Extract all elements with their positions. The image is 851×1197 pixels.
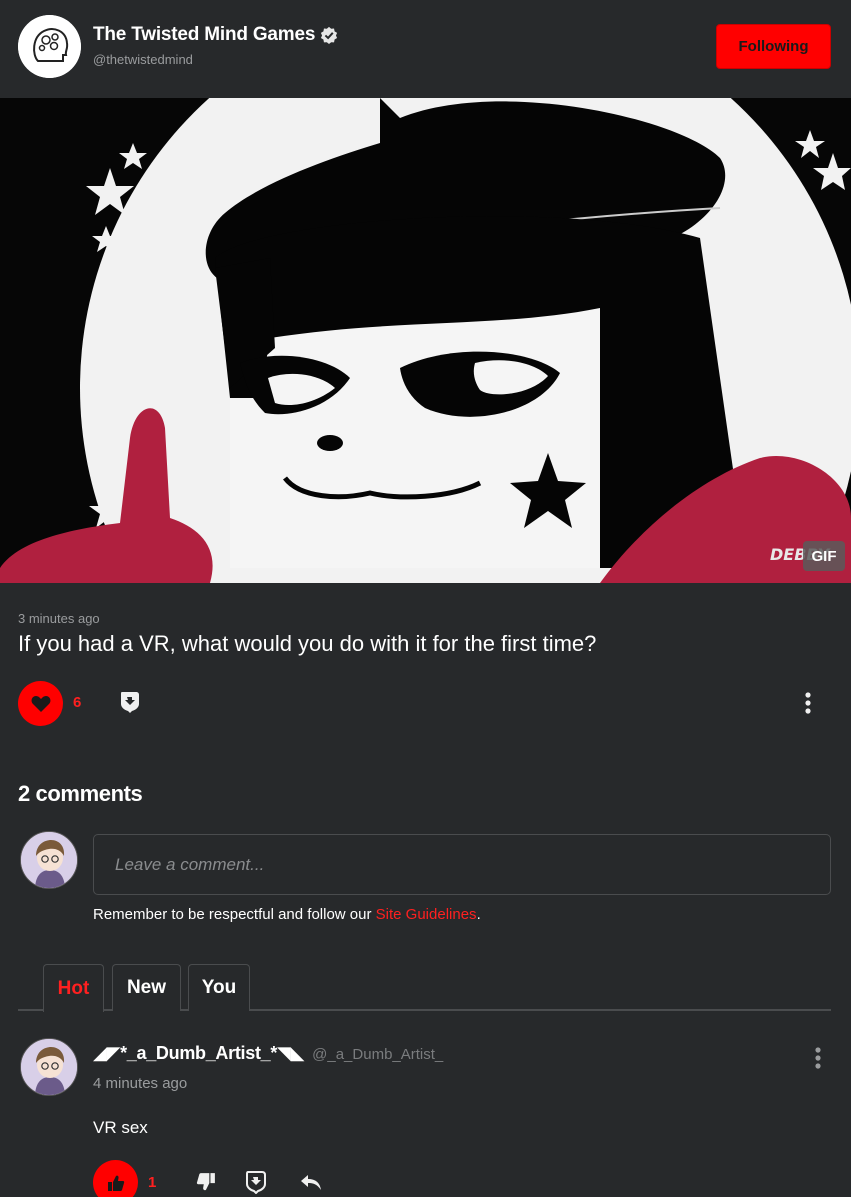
guidelines-text: Remember to be respectful and follow our: [93, 906, 376, 923]
current-user-avatar[interactable]: [20, 831, 78, 889]
verified-badge-icon: [321, 26, 338, 44]
like-count: 6: [73, 694, 82, 711]
post-timestamp: 3 minutes ago: [18, 611, 100, 626]
tab-new[interactable]: New: [112, 964, 181, 1011]
comment-author-handle[interactable]: @_a_Dumb_Artist_: [312, 1046, 443, 1063]
tab-hot[interactable]: Hot: [43, 964, 104, 1012]
channel-title-row: The Twisted Mind Games: [93, 24, 338, 46]
comment-text: VR sex: [93, 1118, 148, 1137]
comment-author-row: ◢◤*_a_Dumb_Artist_*◥◣ @_a_Dumb_Artist_: [93, 1043, 443, 1064]
following-button[interactable]: Following: [716, 24, 831, 69]
comment-like-count: 1: [148, 1174, 157, 1191]
channel-handle: @thetwistedmind: [93, 52, 193, 67]
reply-icon[interactable]: [300, 1173, 322, 1191]
comment-upvote-button[interactable]: [93, 1160, 138, 1197]
comment-share-icon[interactable]: [245, 1170, 267, 1194]
gif-badge: GIF: [803, 541, 845, 571]
comment-author-name[interactable]: ◢◤*_a_Dumb_Artist_*◥◣: [93, 1043, 304, 1064]
comment-input[interactable]: [93, 834, 831, 895]
post-media-gif[interactable]: DEBBY GIF: [0, 98, 851, 583]
guidelines-period: .: [476, 906, 481, 923]
tab-you[interactable]: You: [188, 964, 250, 1011]
like-button[interactable]: [18, 681, 63, 726]
gif-illustration: DEBBY: [0, 98, 851, 583]
channel-logo[interactable]: [18, 15, 81, 78]
comment-more-options-icon[interactable]: [810, 1045, 826, 1071]
post-title: If you had a VR, what would you do with …: [18, 631, 597, 656]
thumbs-up-icon: [107, 1175, 124, 1191]
site-guidelines-link[interactable]: Site Guidelines: [376, 906, 477, 923]
channel-title[interactable]: The Twisted Mind Games: [93, 24, 315, 46]
heart-icon: [31, 695, 50, 712]
thumbs-down-icon[interactable]: [196, 1172, 216, 1192]
share-icon[interactable]: [119, 690, 141, 714]
comment-timestamp: 4 minutes ago: [93, 1075, 188, 1092]
post-header: The Twisted Mind Games @thetwistedmind F…: [0, 0, 851, 98]
guidelines-notice: Remember to be respectful and follow our…: [93, 906, 481, 923]
more-options-icon[interactable]: [800, 690, 816, 716]
comment-author-avatar[interactable]: [20, 1038, 78, 1096]
comments-count-heading: 2 comments: [18, 781, 143, 806]
